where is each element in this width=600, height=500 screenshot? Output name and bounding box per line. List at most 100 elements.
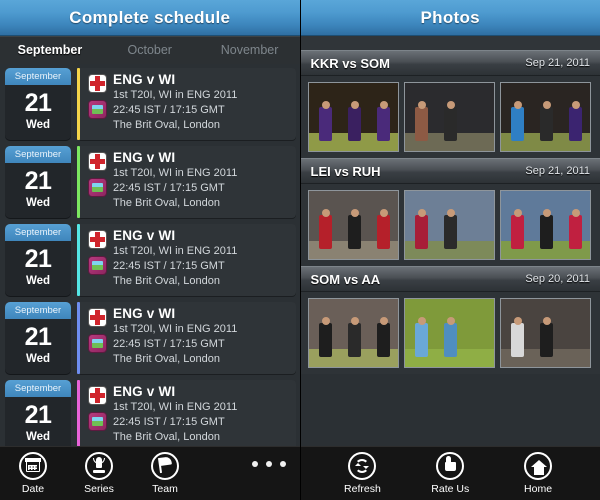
- match-time: 22:45 IST / 17:15 GMT: [113, 104, 225, 116]
- match-teams: ENG v WI: [113, 306, 176, 321]
- photo-strip[interactable]: [300, 292, 600, 374]
- match-series: 1st T20I, WI in ENG 2011: [113, 323, 238, 335]
- ellipsis-icon[interactable]: [251, 461, 286, 467]
- schedule-panel: Complete schedule September October Novemb…: [0, 0, 301, 500]
- photo-strip[interactable]: [300, 184, 600, 266]
- month-tab-october[interactable]: October: [100, 43, 200, 57]
- flag-icon: [151, 452, 179, 480]
- match-venue: The Brit Oval, London: [113, 197, 221, 209]
- match-series: 1st T20I, WI in ENG 2011: [113, 167, 238, 179]
- photo-thumbnail[interactable]: [403, 298, 495, 368]
- match-card[interactable]: ENG v WI 1st T20I, WI in ENG 2011 22:45 IS…: [80, 68, 296, 140]
- photo-sections[interactable]: KKR vs SOM Sep 21, 2011 LEI vs RUH Sep 21, …: [300, 36, 600, 446]
- schedule-row[interactable]: September 21 Wed ENG v WI 1st T20I, WI in EN…: [5, 146, 296, 220]
- toolbar-button-rate-us[interactable]: Rate Us: [415, 452, 485, 495]
- photo-section-header[interactable]: KKR vs SOM Sep 21, 2011: [300, 50, 600, 76]
- toolbar-button-date[interactable]: Date: [0, 452, 66, 495]
- photo-thumbnail[interactable]: [307, 82, 399, 152]
- match-card[interactable]: ENG v WI 1st T20I, WI in ENG 2011 22:45 IS…: [80, 146, 296, 218]
- photo-thumbnail[interactable]: [403, 82, 495, 152]
- schedule-toolbar: Date Series Team: [0, 446, 300, 500]
- app-root: Complete schedule September October Novemb…: [0, 0, 600, 500]
- trophy-icon: [85, 452, 113, 480]
- schedule-row[interactable]: September 21 Wed ENG v WI 1st T20I, WI in EN…: [5, 68, 296, 142]
- photo-thumbnail[interactable]: [307, 298, 399, 368]
- page-title: Complete schedule: [69, 7, 231, 27]
- date-badge-month: September: [5, 302, 71, 319]
- england-flag-icon: [89, 387, 106, 404]
- match-series: 1st T20I, WI in ENG 2011: [113, 401, 238, 413]
- match-card[interactable]: ENG v WI 1st T20I, WI in ENG 2011 22:45 IS…: [80, 302, 296, 374]
- date-badge-day: 21: [24, 323, 52, 351]
- thumbs-up-icon: [436, 452, 465, 480]
- date-badge-month: September: [5, 68, 71, 85]
- stadium-icon: [89, 335, 106, 352]
- schedule-row[interactable]: September 21 Wed ENG v WI 1st T20I, WI in EN…: [5, 302, 296, 376]
- toolbar-button-label: Team: [152, 483, 178, 495]
- photo-thumbnail[interactable]: [403, 190, 495, 260]
- date-badge: September 21 Wed: [5, 302, 71, 374]
- date-badge-weekday: Wed: [25, 197, 51, 209]
- photo-section: KKR vs SOM Sep 21, 2011: [300, 50, 600, 158]
- match-time: 22:45 IST / 17:15 GMT: [113, 182, 225, 194]
- match-teams: ENG v WI: [113, 384, 176, 399]
- photo-strip[interactable]: [300, 76, 600, 158]
- stadium-icon: [89, 257, 106, 274]
- date-badge-weekday: Wed: [25, 431, 51, 443]
- photo-thumbnail[interactable]: [307, 190, 399, 260]
- date-badge-day: 21: [24, 401, 52, 429]
- match-card[interactable]: ENG v WI 1st T20I, WI in ENG 2011 22:45 IS…: [80, 224, 296, 296]
- toolbar-button-team[interactable]: Team: [132, 452, 198, 495]
- date-badge-month: September: [5, 380, 71, 397]
- stadium-icon: [89, 413, 106, 430]
- match-venue: The Brit Oval, London: [113, 353, 221, 365]
- refresh-icon: [348, 452, 377, 480]
- stadium-icon: [89, 179, 106, 196]
- match-teams: ENG v WI: [113, 150, 176, 165]
- date-badge: September 21 Wed: [5, 68, 71, 140]
- match-series: 1st T20I, WI in ENG 2011: [113, 245, 238, 257]
- month-tab-september[interactable]: September: [0, 43, 100, 57]
- month-tab-november[interactable]: November: [200, 43, 300, 57]
- photo-thumbnail[interactable]: [499, 298, 591, 368]
- england-flag-icon: [89, 153, 106, 170]
- photo-section: SOM vs AA Sep 20, 2011: [300, 266, 600, 374]
- date-badge-weekday: Wed: [25, 353, 51, 365]
- photo-section-header[interactable]: SOM vs AA Sep 20, 2011: [300, 266, 600, 292]
- date-badge-day: 21: [24, 245, 52, 273]
- match-venue: The Brit Oval, London: [113, 431, 221, 443]
- month-tab-bar: September October November: [0, 36, 300, 65]
- match-teams: ENG v WI: [113, 228, 176, 243]
- schedule-list[interactable]: September 21 Wed ENG v WI 1st T20I, WI in EN…: [0, 64, 300, 446]
- photos-panel: Photos KKR vs SOM Sep 21, 2011 LEI vs RUH S…: [300, 0, 600, 500]
- photo-thumbnail[interactable]: [499, 82, 591, 152]
- match-venue: The Brit Oval, London: [113, 119, 221, 131]
- date-badge-weekday: Wed: [25, 275, 51, 287]
- photo-thumbnail[interactable]: [499, 190, 591, 260]
- toolbar-button-label: Refresh: [344, 483, 381, 495]
- match-time: 22:45 IST / 17:15 GMT: [113, 416, 225, 428]
- date-badge-day: 21: [24, 167, 52, 195]
- match-card[interactable]: ENG v WI 1st T20I, WI in ENG 2011 22:45 IS…: [80, 380, 296, 446]
- calendar-icon: [19, 452, 47, 480]
- toolbar-button-label: Rate Us: [431, 483, 470, 495]
- photos-top-spacer: [300, 36, 600, 50]
- toolbar-button-label: Date: [21, 483, 45, 495]
- schedule-titlebar: Complete schedule: [0, 0, 300, 36]
- match-series: 1st T20I, WI in ENG 2011: [113, 89, 238, 101]
- stadium-icon: [89, 101, 106, 118]
- photo-section-title: LEI vs RUH: [310, 163, 381, 179]
- match-time: 22:45 IST / 17:15 GMT: [113, 260, 225, 272]
- photo-section-date: Sep 21, 2011: [525, 57, 590, 69]
- toolbar-button-home[interactable]: Home: [503, 452, 573, 495]
- photo-section-date: Sep 20, 2011: [525, 273, 590, 285]
- photo-section-date: Sep 21, 2011: [525, 165, 590, 177]
- toolbar-button-series[interactable]: Series: [66, 452, 132, 495]
- england-flag-icon: [89, 75, 106, 92]
- schedule-row[interactable]: September 21 Wed ENG v WI 1st T20I, WI in EN…: [5, 224, 296, 298]
- schedule-row[interactable]: September 21 Wed ENG v WI 1st T20I, WI in EN…: [5, 380, 296, 446]
- date-badge-day: 21: [24, 89, 52, 117]
- photo-section-header[interactable]: LEI vs RUH Sep 21, 2011: [300, 158, 600, 184]
- photos-titlebar: Photos: [300, 0, 600, 36]
- toolbar-button-refresh[interactable]: Refresh: [327, 452, 397, 495]
